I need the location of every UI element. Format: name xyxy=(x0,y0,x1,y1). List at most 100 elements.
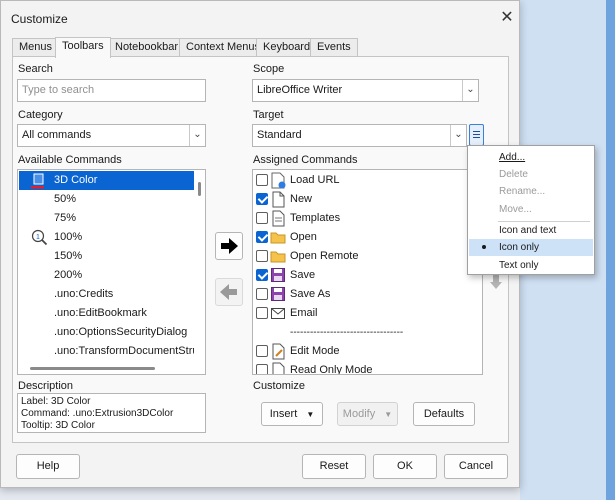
assigned-commands-list[interactable]: Load URL New Templates Open Open Remote … xyxy=(252,169,483,375)
target-select[interactable]: Standard ⌄ xyxy=(252,124,467,147)
category-select[interactable]: All commands ⌄ xyxy=(17,124,206,147)
list-item[interactable]: Save xyxy=(253,266,482,285)
defaults-button[interactable]: Defaults xyxy=(413,402,475,426)
list-item[interactable]: 150% xyxy=(19,247,194,266)
target-label: Target xyxy=(253,109,284,121)
item-checkbox[interactable] xyxy=(256,250,268,262)
menu-item-delete[interactable]: Delete xyxy=(469,166,593,183)
item-checkbox[interactable] xyxy=(256,288,268,300)
tab-context-menus[interactable]: Context Menus xyxy=(179,38,267,57)
modify-button[interactable]: Modify ▼ xyxy=(337,402,398,426)
tab-events[interactable]: Events xyxy=(310,38,358,57)
item-checkbox[interactable] xyxy=(256,307,268,319)
list-item[interactable]: 50% xyxy=(19,190,194,209)
list-item[interactable]: 3D Color xyxy=(19,171,194,190)
list-item[interactable]: Open xyxy=(253,228,482,247)
horizontal-scrollbar[interactable] xyxy=(30,367,155,370)
scope-label: Scope xyxy=(253,63,285,75)
list-item-separator[interactable]: ---------------------------------- xyxy=(253,323,482,342)
description-tooltip-line: Tooltip: 3D Color xyxy=(21,420,95,431)
toolbar-menu-button[interactable] xyxy=(469,124,484,146)
item-checkbox[interactable] xyxy=(256,174,268,186)
available-commands-list[interactable]: 3D Color 50% 75% 1 100% 150% 200% .uno:C… xyxy=(17,169,206,375)
tab-menus[interactable]: Menus xyxy=(12,38,60,57)
vertical-scrollbar[interactable] xyxy=(198,182,201,196)
tab-notebookbar[interactable]: Notebookbar xyxy=(108,38,185,57)
remove-command-button[interactable] xyxy=(215,278,243,306)
item-checkbox[interactable] xyxy=(256,231,268,243)
target-value: Standard xyxy=(257,129,302,141)
templates-icon xyxy=(272,210,285,227)
close-icon[interactable]: ✕ xyxy=(495,6,519,30)
save-icon xyxy=(271,268,285,282)
insert-button[interactable]: Insert ▼ xyxy=(261,402,323,426)
radio-bullet-icon xyxy=(482,245,486,249)
open-folder-icon xyxy=(270,232,286,244)
dropdown-arrow-icon: ▼ xyxy=(306,410,315,419)
arrow-right-icon xyxy=(221,238,238,254)
menu-item-move[interactable]: Move... xyxy=(469,201,593,218)
description-label: Description xyxy=(18,380,74,392)
window-title: Customize xyxy=(11,12,68,26)
item-checkbox[interactable] xyxy=(256,269,268,281)
list-item[interactable]: Open Remote xyxy=(253,247,482,266)
item-checkbox[interactable] xyxy=(256,193,268,205)
tab-toolbars[interactable]: Toolbars xyxy=(55,37,111,58)
list-item[interactable]: .uno:OptionsSecurityDialog xyxy=(19,323,194,342)
list-item[interactable]: Edit Mode xyxy=(253,342,482,361)
desktop-window-edge xyxy=(606,0,615,500)
add-command-button[interactable] xyxy=(215,232,243,260)
menu-item-icon-only[interactable]: Icon only xyxy=(469,239,593,256)
open-remote-icon xyxy=(270,251,286,263)
scope-select[interactable]: LibreOffice Writer ⌄ xyxy=(252,79,479,102)
move-down-button[interactable] xyxy=(488,273,504,291)
read-only-icon xyxy=(272,362,285,374)
list-item[interactable]: .uno:EditBookmark xyxy=(19,304,194,323)
zoom-100-icon: 1 xyxy=(31,229,48,246)
chevron-down-icon[interactable]: ⌄ xyxy=(462,80,478,101)
chevron-down-icon[interactable]: ⌄ xyxy=(450,125,466,146)
item-checkbox[interactable] xyxy=(256,212,268,224)
category-value: All commands xyxy=(22,129,92,141)
tab-keyboard[interactable]: Keyboard xyxy=(256,38,318,57)
search-input[interactable]: Type to search xyxy=(17,79,206,102)
item-checkbox[interactable] xyxy=(256,345,268,357)
menu-item-rename[interactable]: Rename... xyxy=(469,183,593,200)
menu-item-text-only[interactable]: Text only xyxy=(469,257,593,274)
reset-button[interactable]: Reset xyxy=(302,454,366,479)
ok-button[interactable]: OK xyxy=(373,454,437,479)
list-item[interactable]: Read Only Mode xyxy=(253,361,482,374)
dropdown-arrow-icon: ▼ xyxy=(384,410,393,419)
title-bar: Customize ✕ xyxy=(1,1,519,35)
menu-item-add[interactable]: Add... xyxy=(469,149,593,166)
help-button[interactable]: Help xyxy=(16,454,80,479)
list-item[interactable]: 75% xyxy=(19,209,194,228)
list-item[interactable]: Load URL xyxy=(253,171,482,190)
scope-value: LibreOffice Writer xyxy=(257,84,343,96)
customize-label: Customize xyxy=(253,380,305,392)
description-command-line: Command: .uno:Extrusion3DColor xyxy=(21,408,174,419)
arrow-down-icon xyxy=(490,275,502,289)
list-item[interactable]: New xyxy=(253,190,482,209)
list-item[interactable]: 1 100% xyxy=(19,228,194,247)
cancel-button[interactable]: Cancel xyxy=(444,454,508,479)
list-item[interactable]: Templates xyxy=(253,209,482,228)
list-item[interactable]: .uno:Credits xyxy=(19,285,194,304)
chevron-down-icon[interactable]: ⌄ xyxy=(189,125,205,146)
3d-color-icon xyxy=(31,173,44,189)
list-item[interactable]: .uno:TransformDocumentStructure xyxy=(19,342,194,361)
email-icon xyxy=(271,308,285,319)
menu-item-icon-and-text[interactable]: Icon and text xyxy=(469,222,593,239)
desktop-background-bottom xyxy=(0,488,520,500)
description-label-line: Label: 3D Color xyxy=(21,396,91,407)
list-item[interactable]: Save As xyxy=(253,285,482,304)
search-label: Search xyxy=(18,63,53,75)
new-document-icon xyxy=(272,191,285,208)
list-item[interactable]: 200% xyxy=(19,266,194,285)
item-checkbox[interactable] xyxy=(256,364,268,374)
list-item[interactable]: Email xyxy=(253,304,482,323)
description-box: Label: 3D Color Command: .uno:Extrusion3… xyxy=(17,393,206,433)
hamburger-icon xyxy=(473,131,480,132)
available-commands-label: Available Commands xyxy=(18,154,122,166)
assigned-commands-label: Assigned Commands xyxy=(253,154,358,166)
